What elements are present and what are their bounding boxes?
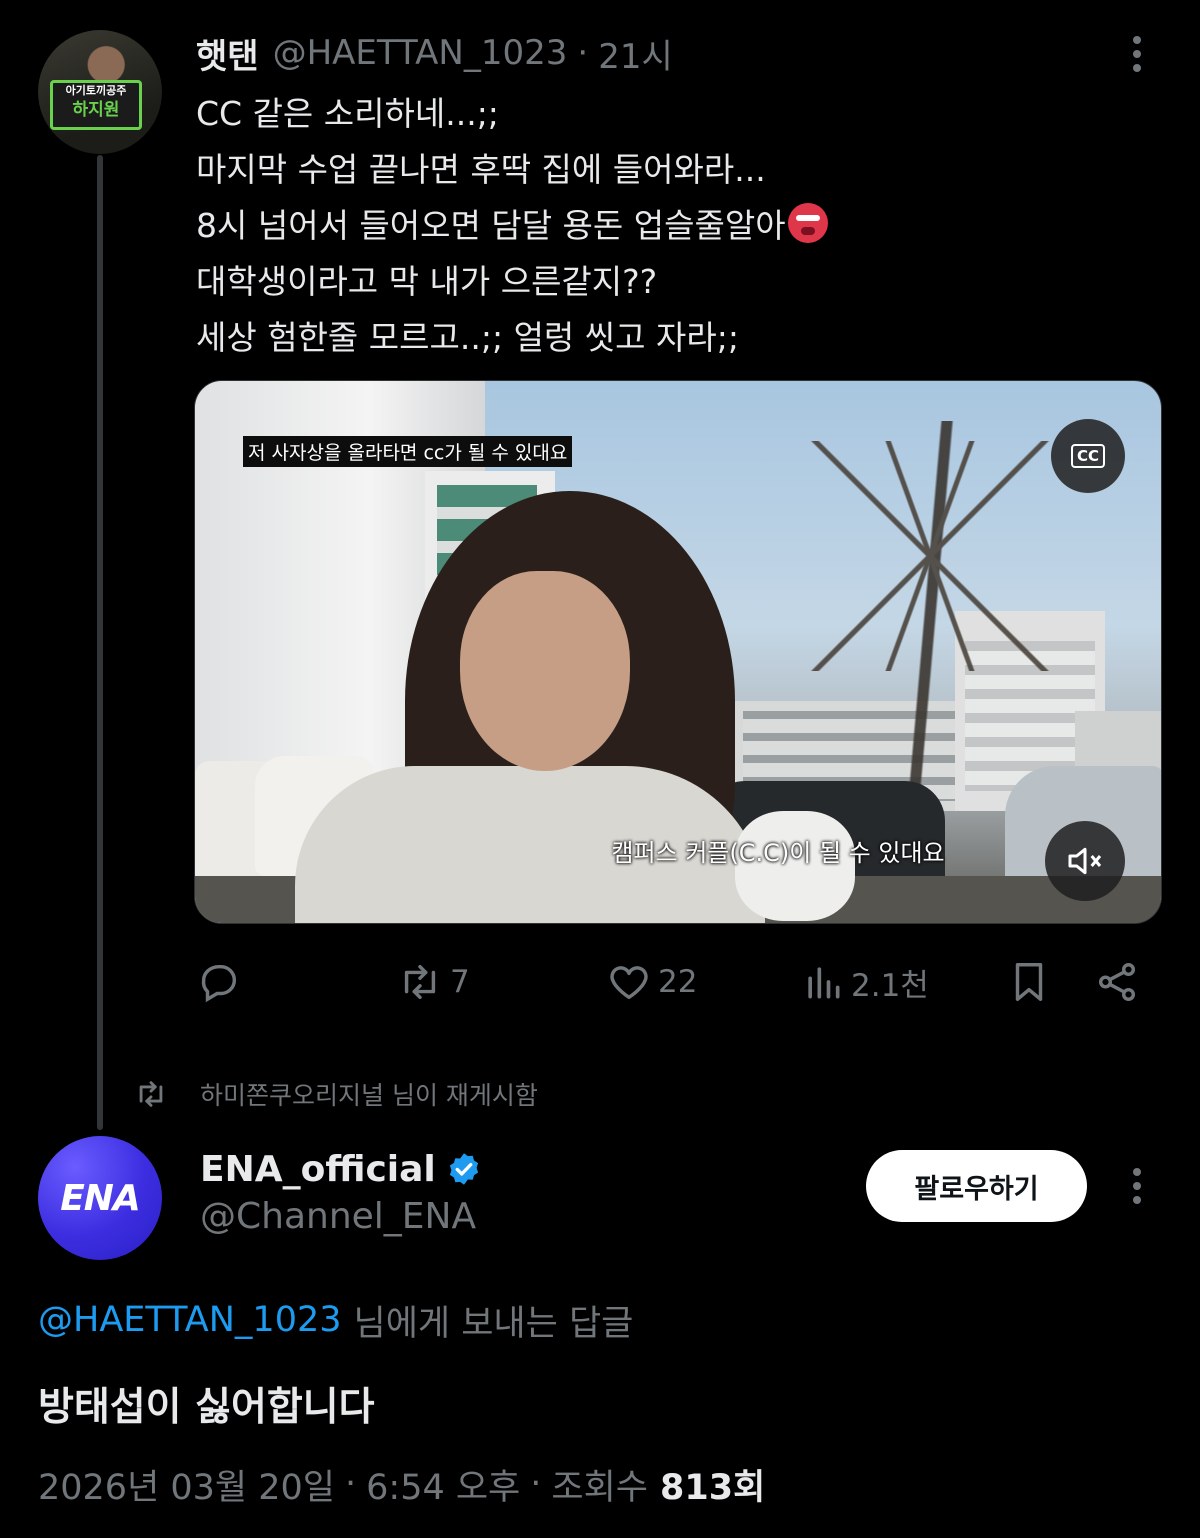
video-player[interactable]: 저 사자상을 올라타면 cc가 될 수 있대요 캠퍼스 커플(C.C)이 될 수… — [194, 380, 1162, 924]
avatar[interactable]: 아기토끼공주 하지원 — [38, 30, 162, 154]
display-name-text: ENA_official — [200, 1148, 436, 1190]
separator-dot: · — [345, 1464, 357, 1504]
video-person-face — [460, 571, 630, 771]
avatar-sign: 아기토끼공주 하지원 — [50, 80, 142, 130]
tweet-text-line: 세상 험한줄 모르고..;; 얼렁 씻고 자라;; — [196, 318, 739, 357]
tweet-text-line: CC 같은 소리하네...;; — [196, 94, 499, 133]
views-count: 2.1천 — [851, 967, 929, 1004]
bookmark-button[interactable] — [1006, 955, 1052, 1009]
verified-badge-icon — [449, 1153, 478, 1185]
follow-button[interactable]: 팔로우하기 — [866, 1150, 1087, 1222]
like-button[interactable]: 22 — [606, 955, 697, 1009]
reply-to-suffix: 님에게 보내는 답글 — [353, 1303, 634, 1344]
bookmark-icon — [1015, 963, 1043, 1001]
views-label: 조회수 — [551, 1467, 649, 1508]
retweet-icon — [139, 1081, 163, 1107]
captions-button[interactable]: CC — [1051, 419, 1125, 493]
timestamp[interactable]: 21시 — [598, 29, 673, 78]
views-count: 813회 — [660, 1467, 766, 1508]
avatar-sign-line: 아기토끼공주 — [65, 84, 127, 97]
more-vertical-icon — [1124, 1166, 1150, 1206]
display-name[interactable]: 햇탠 — [196, 29, 259, 78]
reply-button[interactable] — [196, 955, 242, 1009]
replying-to: @HAETTAN_1023 님에게 보내는 답글 — [38, 1296, 633, 1344]
like-count: 22 — [658, 964, 698, 1000]
video-caption-bottom: 캠퍼스 커플(C.C)이 될 수 있대요 — [611, 839, 945, 867]
views-button[interactable]: 2.1천 — [801, 955, 929, 1009]
share-icon — [1098, 963, 1136, 1001]
reply-to-handle-link[interactable]: @HAETTAN_1023 — [38, 1300, 342, 1340]
retweet-count: 7 — [450, 964, 470, 1000]
more-vertical-icon — [1124, 34, 1150, 74]
angry-goblin-emoji-icon — [787, 203, 828, 243]
thread-connector-line — [97, 155, 103, 1130]
reposted-by-text: 하미쫀쿠오리지널 님이 재게시함 — [200, 1081, 538, 1110]
reposted-by-note[interactable]: 하미쫀쿠오리지널 님이 재게시함 — [134, 1074, 538, 1114]
retweet-icon — [404, 964, 436, 1000]
reply-icon — [201, 964, 237, 1003]
heart-icon — [610, 966, 648, 1000]
tweet-text-line: 마지막 수업 끝나면 후딱 집에 들어와라... — [196, 150, 766, 189]
tweet-header: 햇탠 @HAETTAN_1023 · 21시 — [196, 29, 673, 78]
more-options-button[interactable] — [1124, 34, 1150, 74]
share-button[interactable] — [1094, 955, 1140, 1009]
ena-logo: ENA — [60, 1177, 141, 1219]
separator-dot: · — [530, 1464, 542, 1504]
video-tree — [795, 421, 1065, 811]
avatar-sign-name: 하지원 — [72, 100, 120, 120]
tweet-actions: 7 22 2.1천 — [196, 955, 1156, 1009]
retweet-button[interactable]: 7 — [396, 955, 470, 1009]
display-name[interactable]: ENA_official — [200, 1146, 482, 1192]
mute-button[interactable] — [1045, 821, 1125, 901]
captions-icon: CC — [1070, 444, 1106, 468]
speaker-muted-icon — [1068, 847, 1102, 875]
user-handle[interactable]: @HAETTAN_1023 — [273, 33, 568, 73]
tweet-text: CC 같은 소리하네...;; 마지막 수업 끝나면 후딱 집에 들어와라...… — [196, 86, 1136, 366]
tweet-text-line: 대학생이라고 막 내가 으른같지?? — [196, 262, 658, 301]
bar-chart-icon — [808, 967, 840, 999]
user-handle[interactable]: @Channel_ENA — [200, 1196, 476, 1242]
avatar[interactable]: ENA — [38, 1136, 162, 1260]
more-options-button[interactable] — [1124, 1166, 1150, 1206]
tweet-text-line-content: 8시 넘어서 들어오면 담달 용돈 업슬줄알아 — [196, 206, 786, 245]
separator-dot: · — [577, 33, 589, 73]
video-caption-top: 저 사자상을 올라타면 cc가 될 수 있대요 — [243, 436, 573, 467]
tweet-text: 방태섭이 싫어합니다 — [38, 1385, 375, 1430]
tweet-time[interactable]: 6:54 오후 — [366, 1459, 520, 1510]
tweet-date[interactable]: 2026년 03월 20일 — [38, 1459, 335, 1510]
tweet-meta: 2026년 03월 20일 · 6:54 오후 · 조회수 813회 — [38, 1458, 765, 1510]
tweet-text-line: 8시 넘어서 들어오면 담달 용돈 업슬줄알아 — [196, 198, 1136, 254]
